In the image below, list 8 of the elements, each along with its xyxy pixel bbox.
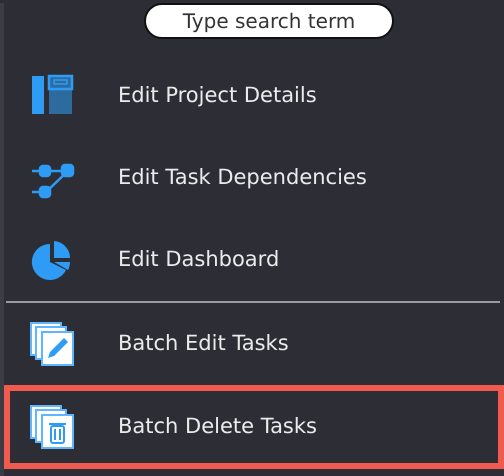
stacked-pages-trash-icon — [28, 403, 76, 451]
search-field[interactable]: Type search term — [144, 3, 394, 39]
menu-item[interactable]: Batch Edit Tasks — [4, 303, 504, 385]
stacked-pages-pencil-icon — [28, 320, 76, 368]
menu-item[interactable]: Edit Dashboard — [4, 219, 504, 301]
menu-item[interactable]: Batch Delete Tasks — [4, 385, 504, 469]
menu-item[interactable]: Edit Task Dependencies — [4, 137, 504, 219]
menu-item[interactable]: Edit Project Details — [4, 55, 504, 137]
